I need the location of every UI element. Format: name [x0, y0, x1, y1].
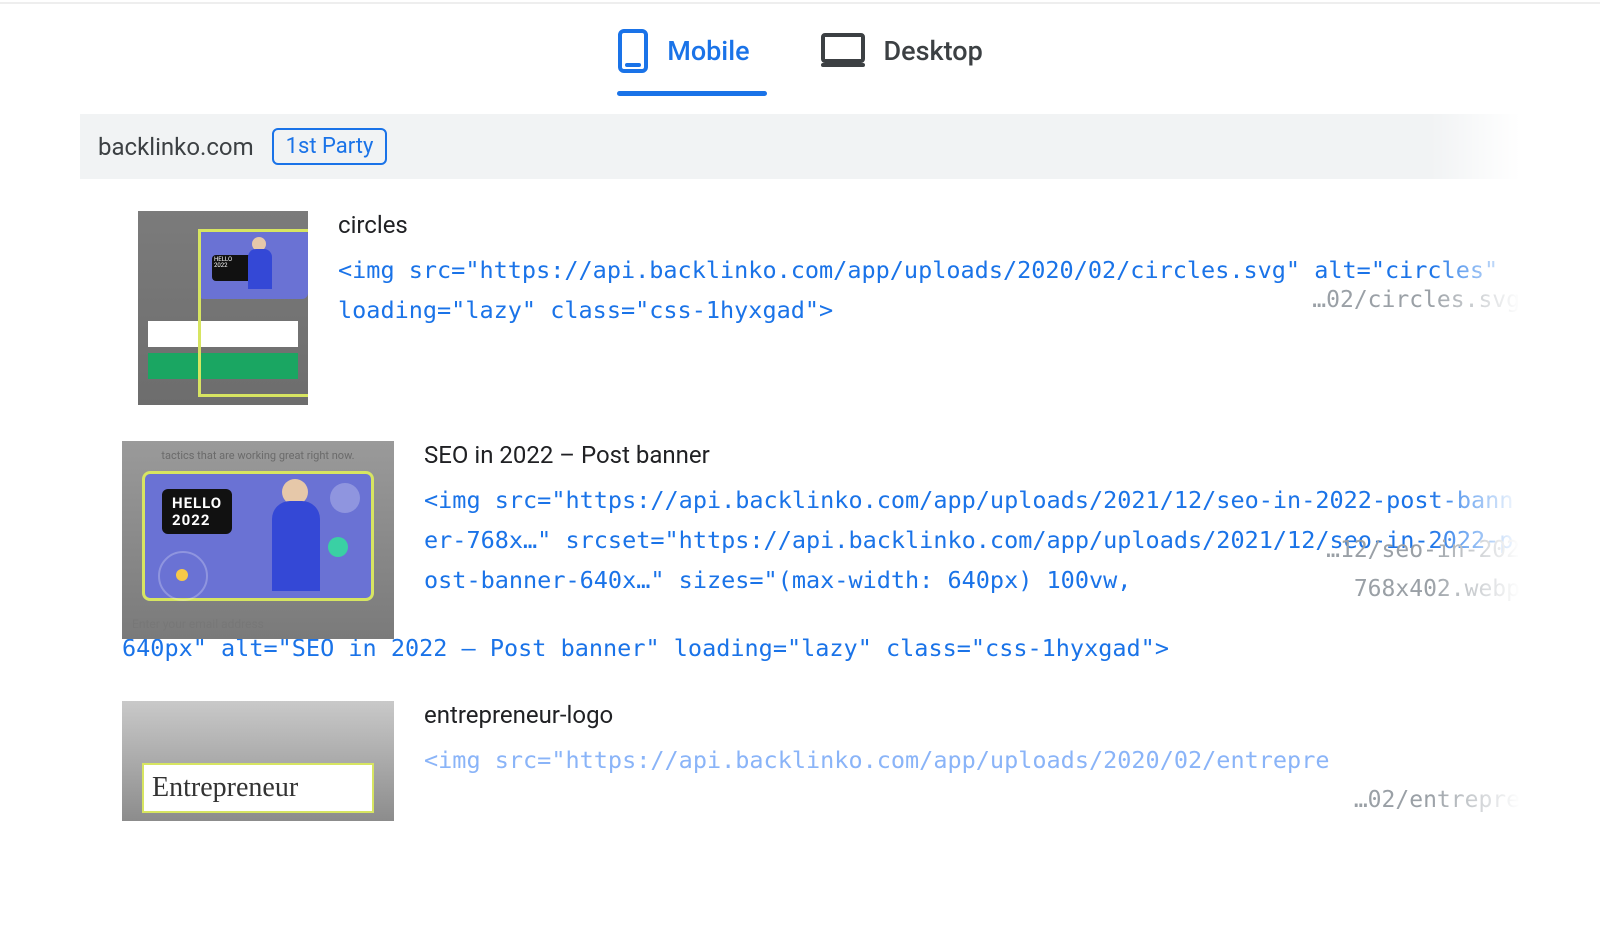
tab-desktop[interactable]: Desktop	[820, 28, 983, 94]
image-url-path: …12/seo-in-202768x402.webp	[1326, 531, 1520, 609]
image-list-item[interactable]: tactics that are working great right now…	[80, 427, 1520, 639]
image-url-path: …02/circles.svg	[1312, 287, 1520, 313]
thumbnail: Entrepreneur	[122, 701, 394, 821]
image-url-path: …02/entrepre	[1354, 787, 1520, 813]
origin-host: backlinko.com	[98, 133, 254, 161]
image-alt-title: entrepreneur-logo	[424, 701, 1520, 729]
origin-header[interactable]: backlinko.com 1st Party	[80, 114, 1520, 179]
image-alt-title: circles	[338, 211, 1520, 239]
image-element-code: <img src="https://api.backlinko.com/app/…	[424, 741, 1520, 781]
thumbnail: tactics that are working great right now…	[122, 441, 394, 639]
mobile-icon	[617, 28, 649, 74]
thumbnail: HELLO2022	[138, 211, 308, 405]
tab-desktop-label: Desktop	[884, 35, 983, 67]
party-badge: 1st Party	[272, 128, 388, 165]
image-list-item[interactable]: HELLO2022 circles <img src="https://api.…	[80, 197, 1520, 427]
image-list: HELLO2022 circles <img src="https://api.…	[80, 179, 1520, 843]
tab-mobile-label: Mobile	[667, 35, 749, 67]
image-list-item[interactable]: Entrepreneur entrepreneur-logo <img src=…	[80, 687, 1520, 843]
device-tabs: Mobile Desktop	[80, 0, 1520, 114]
tab-mobile[interactable]: Mobile	[617, 28, 749, 94]
image-alt-title: SEO in 2022 – Post banner	[424, 441, 1520, 469]
desktop-icon	[820, 32, 866, 70]
